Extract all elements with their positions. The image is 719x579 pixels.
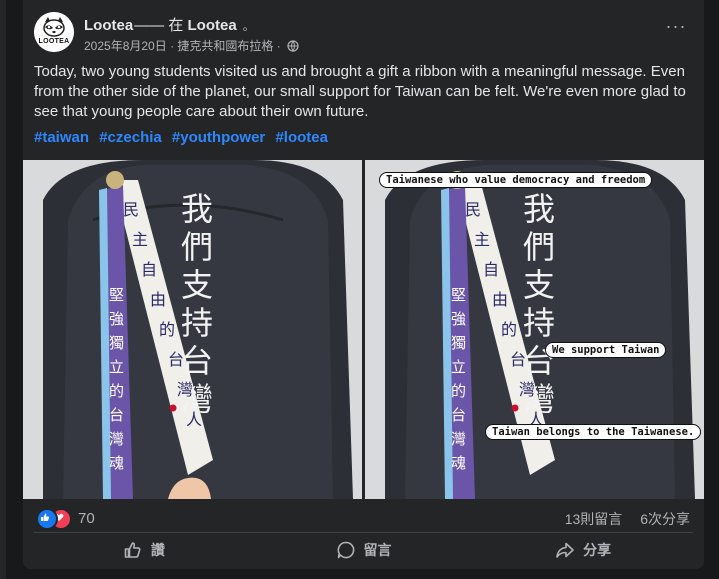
ribbon-purple-char: 的 (451, 382, 466, 400)
ribbon-white-char: 台 (168, 350, 184, 369)
hashtag-youthpower[interactable]: #youthpower (172, 129, 265, 146)
like-reaction-icon (36, 508, 58, 530)
comment-label: 留言 (363, 542, 392, 558)
ribbon-purple-char: 立 (109, 358, 124, 376)
author-name[interactable]: Lootea (84, 17, 133, 34)
ribbon-white-char: 的 (159, 320, 175, 339)
ribbon-purple-char: 魂 (109, 454, 124, 472)
avatar[interactable]: LOOTEA (34, 12, 74, 52)
ribbon-purple-char: 獨 (109, 334, 124, 352)
ribbon-white-char: 民 (465, 200, 481, 219)
location-name[interactable]: Lootea (188, 17, 237, 34)
ribbon-white-char: 自 (141, 260, 157, 279)
action-divider (34, 532, 693, 533)
caption-belongs: Taiwan belongs to the Taiwanese. (485, 424, 702, 440)
thumbs-up-icon (124, 542, 141, 558)
action-bar: 讚 留言 分享 (34, 536, 693, 564)
ribbon-white-char: 灣 (177, 380, 193, 399)
ribbon-purple-char: 台 (451, 406, 466, 424)
post-meta: 2025年8月20日 · 捷克共和國布拉格 · (84, 37, 299, 55)
reaction-count[interactable]: 70 (78, 510, 95, 527)
post-header: LOOTEA Lootea—— 在 Lootea 。 2025年8月20日 · 捷… (34, 10, 694, 54)
avatar-logo-text: LOOTEA (38, 38, 70, 45)
photo-2[interactable]: 我們支持台灣 民主自由的台灣人堅強獨立的台灣魂 Taiwanese who va… (365, 160, 704, 499)
hashtag-taiwan[interactable]: #taiwan (34, 129, 89, 146)
comment-count[interactable]: 13則留言 (565, 511, 623, 527)
hoodie-ribbon-photo-captioned: 我們支持台灣 民主自由的台灣人堅強獨立的台灣魂 (365, 160, 704, 499)
ribbon-purple-char: 堅 (109, 286, 124, 304)
ribbon-white-char: 台 (510, 350, 526, 369)
hoodie-ribbon-photo: 我們支持台灣 民主自由的台灣人堅強獨立的台灣魂 (23, 160, 362, 499)
ribbon-purple-char: 魂 (451, 454, 466, 472)
caption-support: We support Taiwan (545, 342, 667, 358)
ribbon-purple-char: 灣 (109, 430, 124, 448)
globe-icon (287, 40, 299, 55)
ribbon-purple-char: 獨 (451, 334, 466, 352)
post-card: LOOTEA Lootea—— 在 Lootea 。 2025年8月20日 · 捷… (23, 0, 704, 569)
ribbon-white-char: 主 (474, 230, 490, 249)
post-body: Today, two young students visited us and… (34, 63, 686, 120)
like-label: 讚 (150, 542, 165, 558)
hashtags: #taiwan #czechia #youthpower #lootea (34, 129, 332, 146)
ribbon-white-char: 的 (501, 320, 517, 339)
ribbon-white-char: 民 (123, 200, 139, 219)
ribbon-white-char: 灣 (519, 380, 535, 399)
ribbon-purple-char: 灣 (451, 430, 466, 448)
post-author-line: Lootea—— 在 Lootea 。 (84, 14, 255, 35)
comment-button[interactable]: 留言 (254, 536, 474, 564)
photo-grid: 我們支持台灣 民主自由的台灣人堅強獨立的台灣魂 我們支持台灣 民主自由的台灣人堅… (23, 160, 704, 499)
ribbon-purple-char: 台 (109, 406, 124, 424)
comment-bubble-icon (337, 541, 354, 559)
meta-separator-2: · (276, 39, 281, 53)
share-label: 分享 (583, 542, 612, 558)
raccoon-logo-icon (34, 12, 74, 52)
ribbon-white-char: 主 (132, 230, 148, 249)
hashtag-czechia[interactable]: #czechia (99, 129, 162, 146)
location-dot: 。 (242, 19, 255, 33)
location-separator: —— 在 (134, 17, 184, 34)
share-count[interactable]: 6次分享 (640, 511, 690, 527)
post-place[interactable]: 捷克共和國布拉格 (177, 39, 273, 53)
engagement-stats: 13則留言 6次分享 (551, 509, 690, 529)
ribbon-white-char: 自 (483, 260, 499, 279)
ribbon-purple-char: 強 (451, 310, 466, 328)
more-options-button[interactable]: ··· (662, 16, 690, 40)
post-date[interactable]: 2025年8月20日 (84, 39, 167, 53)
ribbon-purple-char: 的 (109, 382, 124, 400)
meta-separator: · (170, 39, 175, 53)
share-button[interactable]: 分享 (473, 536, 693, 564)
ribbon-purple-char: 堅 (451, 286, 466, 304)
like-button[interactable]: 讚 (34, 536, 254, 564)
share-arrow-icon (556, 542, 574, 558)
ribbon-purple-char: 立 (451, 358, 466, 376)
hashtag-lootea[interactable]: #lootea (275, 129, 328, 146)
caption-democracy: Taiwanese who value democracy and freedo… (379, 172, 653, 188)
ribbon-white-char: 由 (492, 290, 508, 309)
left-sidebar-edge (0, 0, 6, 579)
photo-1[interactable]: 我們支持台灣 民主自由的台灣人堅強獨立的台灣魂 (23, 160, 362, 499)
ribbon-white-char: 人 (186, 410, 202, 429)
ribbon-white-char: 由 (150, 290, 166, 309)
ribbon-purple-char: 強 (109, 310, 124, 328)
